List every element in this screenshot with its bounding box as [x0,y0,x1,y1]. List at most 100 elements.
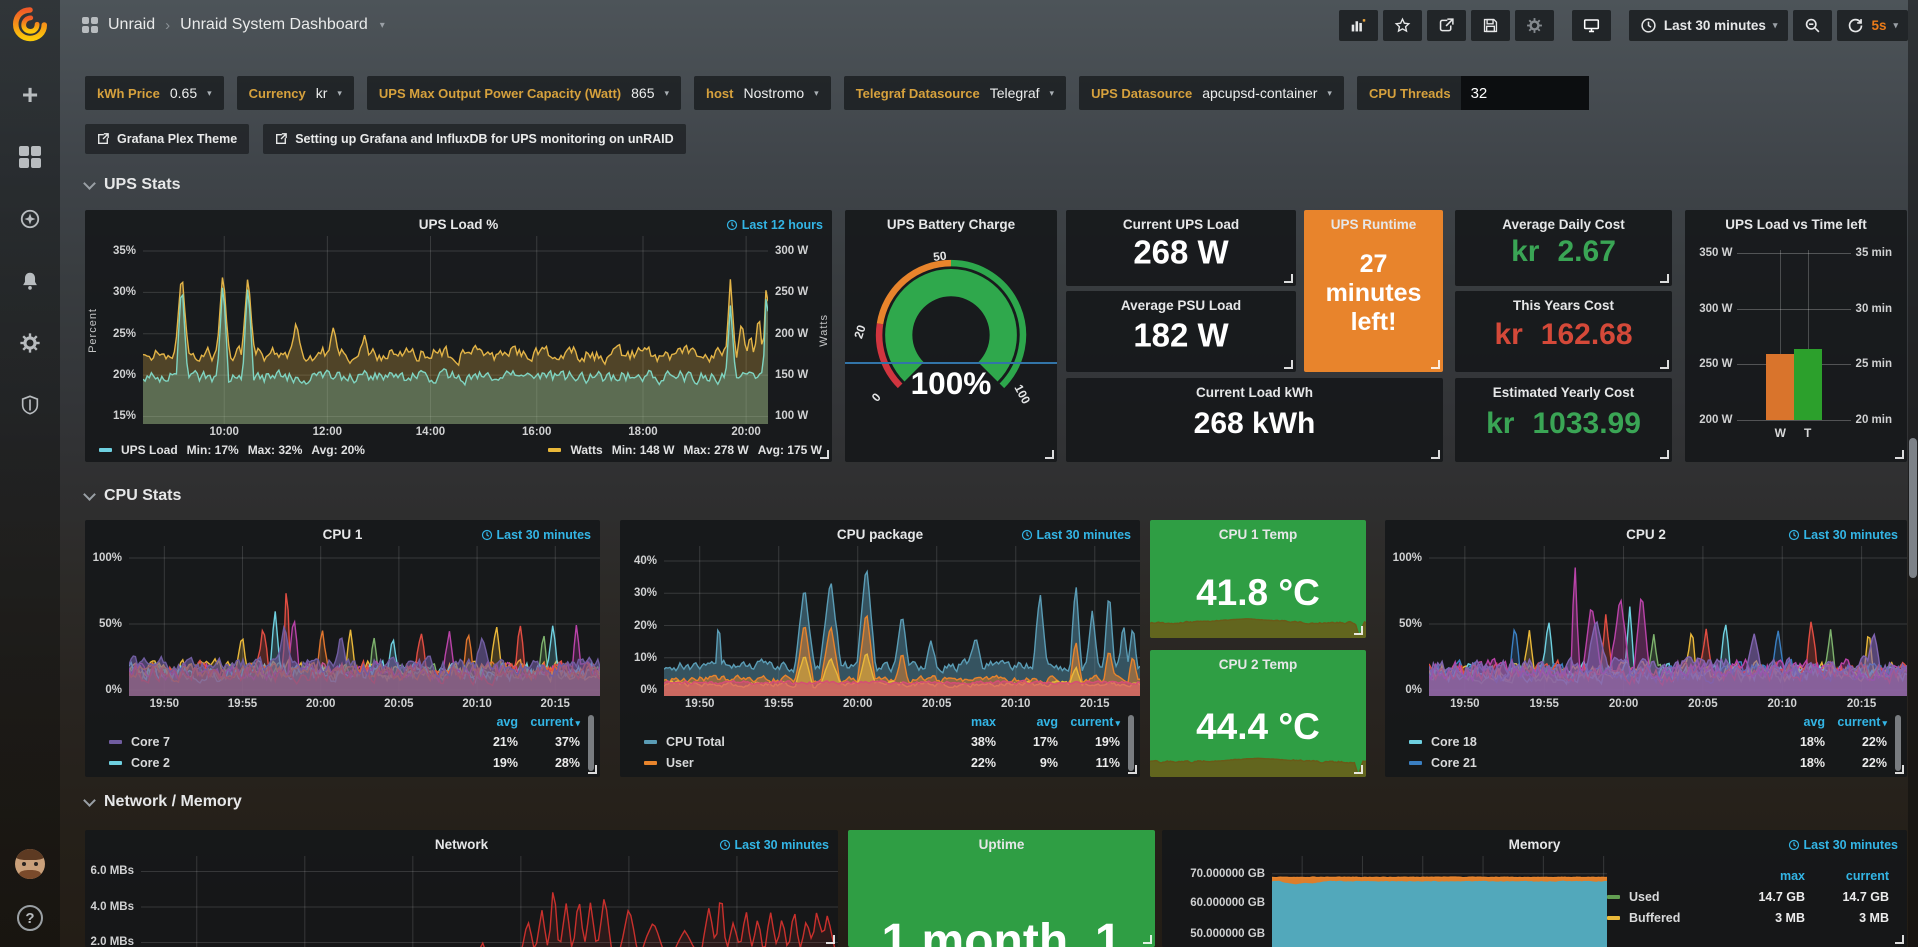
legend-col-current[interactable]: current [1805,869,1889,883]
chevron-down-icon [83,177,96,190]
legend-col-current[interactable]: current▾ [1825,715,1887,729]
legend-swatch [644,740,657,744]
legend-series-name[interactable]: Watts [570,443,602,457]
save-button[interactable] [1471,10,1510,41]
cpu-package-plot[interactable] [664,546,1140,696]
page-scrollbar-thumb[interactable] [1909,438,1917,578]
variable-ups-max-output[interactable]: UPS Max Output Power Capacity (Watt) 865… [367,76,681,110]
cycle-view-monitor-button[interactable] [1572,10,1611,41]
configuration-gear-icon[interactable] [17,330,43,356]
bar-time-left[interactable] [1794,349,1822,420]
zoom-out-button[interactable] [1793,10,1832,41]
section-cpu-stats[interactable]: CPU Stats [85,487,181,505]
server-admin-shield-icon[interactable] [17,392,43,418]
star-button[interactable] [1383,10,1422,41]
panel-time-override[interactable]: Last 30 minutes [1788,838,1898,852]
battery-gauge[interactable]: 0 20 50 100 100% [853,244,1049,426]
panel-current-load-kwh: Current Load kWh 268 kWh [1066,378,1443,462]
panel-title[interactable]: UPS Runtime [1304,210,1443,232]
legend-series-name[interactable]: Buffered [1607,911,1721,925]
panel-title[interactable]: Estimated Yearly Cost [1455,378,1672,400]
page-scrollbar[interactable] [1908,0,1918,947]
legend-scrollbar[interactable] [1895,715,1901,771]
network-plot[interactable] [141,856,838,947]
link-label: Setting up Grafana and InfluxDB for UPS … [295,132,673,146]
panel-time-override[interactable]: Last 30 minutes [719,838,829,852]
link-grafana-plex-theme[interactable]: Grafana Plex Theme [85,124,249,154]
legend-col-avg[interactable]: avg [1763,715,1825,729]
panel-time-override[interactable]: Last 30 minutes [481,528,591,542]
legend-col-avg[interactable]: avg [996,715,1058,729]
memory-plot[interactable] [1272,856,1607,947]
explore-compass-icon[interactable] [17,206,43,232]
create-icon[interactable]: + [17,82,43,108]
legend-series-name[interactable]: Used [1607,890,1721,904]
panel-title[interactable]: Average Daily Cost [1455,210,1672,232]
legend-col-current[interactable]: current▾ [518,715,580,729]
panel-title[interactable]: Uptime [848,830,1155,852]
sort-caret-icon: ▾ [575,718,580,728]
legend-series-name[interactable]: CPU Total [644,735,934,749]
legend-series-name[interactable]: Core 2 [109,756,456,770]
legend-scrollbar[interactable] [588,715,594,771]
bar-watts[interactable] [1766,354,1794,420]
stat-value: kr2.67 [1455,235,1672,269]
section-network-memory[interactable]: Network / Memory [85,793,242,811]
variable-ups-datasource[interactable]: UPS Datasource apcupsd-container ▾ [1079,76,1344,110]
variable-kwh-price[interactable]: kWh Price 0.65 ▾ [85,76,224,110]
alerting-bell-icon[interactable] [17,268,43,294]
breadcrumb-page-title[interactable]: Unraid System Dashboard [180,16,368,34]
panel-title[interactable]: UPS Load vs Time left [1685,210,1907,232]
panel-title[interactable]: UPS Battery Charge [845,210,1057,232]
panel-time-override[interactable]: Last 30 minutes [1021,528,1131,542]
panel-title[interactable]: Current Load kWh [1066,378,1443,400]
section-ups-stats[interactable]: UPS Stats [85,176,180,194]
dashboards-icon[interactable] [17,144,43,170]
dashboard-settings-button[interactable] [1515,10,1554,41]
variable-currency[interactable]: Currency kr ▾ [237,76,354,110]
variable-telegraf-datasource[interactable]: Telegraf Datasource Telegraf ▾ [844,76,1066,110]
cpu2-plot[interactable] [1429,546,1907,696]
title-caret-icon[interactable]: ▾ [380,20,385,31]
grafana-logo-icon[interactable] [11,6,49,44]
legend-col-current[interactable]: current▾ [1058,715,1120,729]
y-tick: 25 min [1856,358,1892,370]
legend-series-name[interactable]: UPS Load [121,443,178,457]
help-icon[interactable]: ? [17,905,43,931]
refresh-interval-label[interactable]: 5s [1871,18,1886,33]
stat-value: 268 kWh [1066,406,1443,440]
panel-title[interactable]: This Years Cost [1455,291,1672,313]
ups-load-plot[interactable] [143,236,768,424]
add-panel-button[interactable] [1339,10,1378,41]
time-range-picker[interactable]: Last 30 minutes ▾ [1629,10,1789,41]
link-ups-monitoring-guide[interactable]: Setting up Grafana and InfluxDB for UPS … [263,124,685,154]
section-title: CPU Stats [104,487,181,505]
panel-title[interactable]: UPS Load % [85,210,832,232]
cpu-threads-input[interactable] [1461,76,1589,110]
chevron-down-icon [83,488,96,501]
panel-title[interactable]: CPU 1 Temp [1150,520,1366,542]
panel-time-override[interactable]: Last 30 minutes [1788,528,1898,542]
legend-row: User 22%9%11% [644,752,1120,773]
panel-title[interactable]: Average PSU Load [1066,291,1296,313]
variable-value: 865 [631,85,654,101]
legend-col-max[interactable]: max [934,715,996,729]
breadcrumb-app[interactable]: Unraid [108,16,155,34]
dashboard-grid-icon[interactable] [82,17,98,33]
legend-series-name[interactable]: User [644,756,934,770]
user-avatar[interactable] [15,849,45,879]
legend-series-name[interactable]: Core 18 [1409,735,1763,749]
panel-title[interactable]: Current UPS Load [1066,210,1296,232]
legend-col-max[interactable]: max [1721,869,1805,883]
panel-title[interactable]: CPU 2 Temp [1150,650,1366,672]
legend-series-name[interactable]: Core 21 [1409,756,1763,770]
cpu1-plot[interactable] [129,546,600,696]
refresh-button[interactable]: 5s ▾ [1837,10,1908,41]
legend-col-avg[interactable]: avg [456,715,518,729]
variable-host[interactable]: host Nostromo ▾ [694,76,831,110]
panel-time-override[interactable]: Last 12 hours [726,218,823,232]
legend-series-name[interactable]: Core 7 [109,735,456,749]
bar-plot[interactable]: 350 W 300 W 250 W 200 W 35 min 30 min 25… [1737,250,1851,420]
share-button[interactable] [1427,10,1466,41]
legend-scrollbar[interactable] [1128,715,1134,771]
